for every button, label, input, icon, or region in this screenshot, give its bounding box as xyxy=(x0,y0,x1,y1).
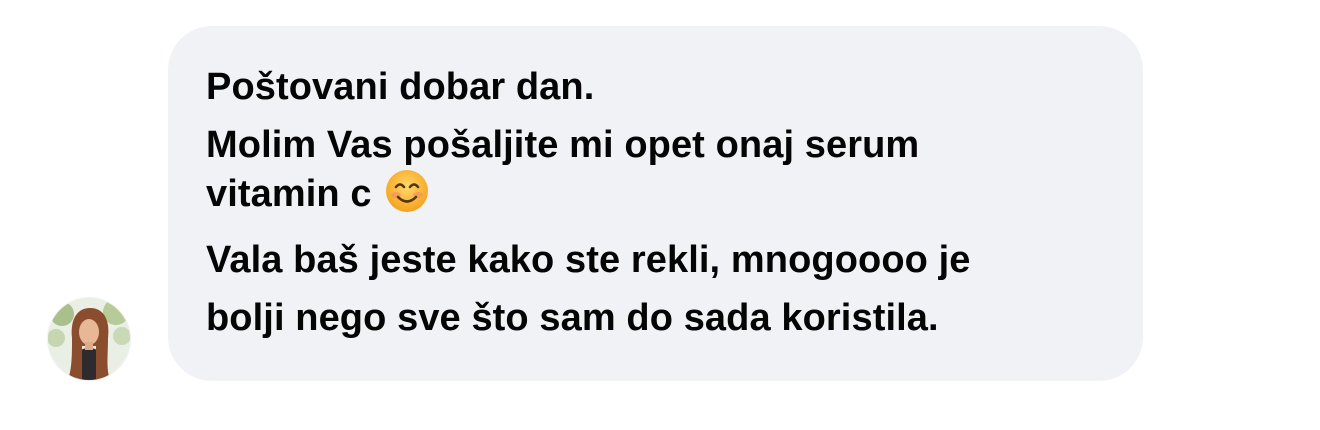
product-text: vitamin c xyxy=(206,173,372,215)
message-line-request: Molim Vas pošaljite mi opet onaj serum xyxy=(206,124,920,166)
message-line-feedback: Vala baš jeste kako ste rekli, mnogoooo … xyxy=(206,239,971,281)
message-line-conclusion: bolji nego sve što sam do sada koristila… xyxy=(206,297,939,339)
smiling-face-emoji-icon xyxy=(384,168,430,225)
message-line-product: vitamin c xyxy=(206,168,1103,225)
sender-avatar[interactable] xyxy=(48,298,130,380)
message-line-greeting: Poštovani dobar dan. xyxy=(206,66,595,108)
message-bubble[interactable]: Poštovani dobar dan. Molim Vas pošaljite… xyxy=(168,26,1143,381)
avatar-photo xyxy=(48,298,130,380)
